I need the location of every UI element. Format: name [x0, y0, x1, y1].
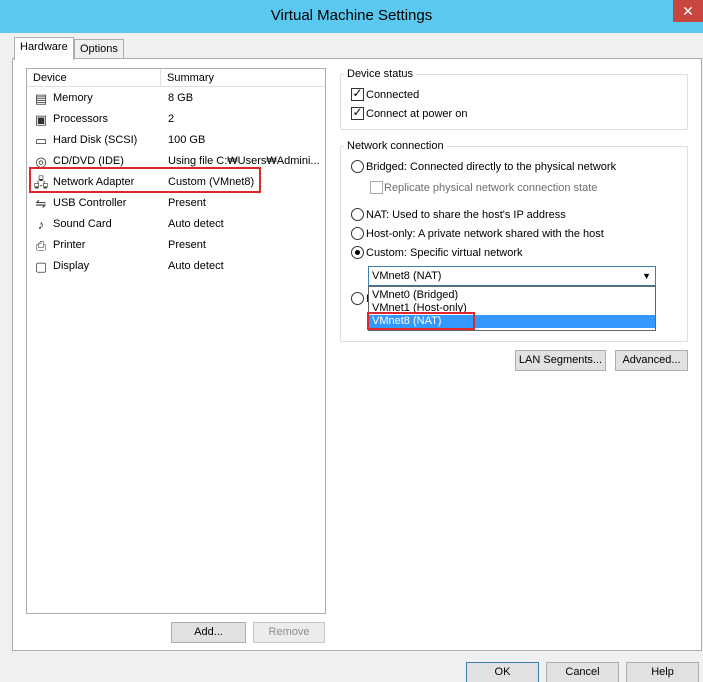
dropdown-option-vmnet0[interactable]: VMnet0 (Bridged) [369, 289, 655, 302]
column-device[interactable]: Device [27, 69, 161, 87]
add-button[interactable]: Add... [171, 622, 246, 643]
usb-icon: ⇋ [35, 196, 47, 211]
custom-label: Custom: Specific virtual network [366, 247, 523, 259]
device-summary: 8 GB [168, 92, 194, 104]
nat-label: NAT: Used to share the host's IP address [366, 209, 566, 221]
highlight-box [367, 312, 475, 330]
highlight-box [29, 167, 261, 193]
device-list[interactable]: Device Summary ▤ Memory 8 GB ▣ Processor… [26, 68, 326, 614]
lan-segment-radio[interactable] [351, 292, 364, 305]
bridged-label: Bridged: Connected directly to the physi… [366, 161, 617, 173]
nat-radio[interactable] [351, 208, 364, 221]
device-status-label: Device status [344, 68, 417, 81]
column-summary[interactable]: Summary [161, 69, 325, 87]
device-name: Hard Disk (SCSI) [53, 134, 138, 146]
replicate-label: Replicate physical network connection st… [384, 182, 598, 194]
cancel-button[interactable]: Cancel [546, 662, 619, 682]
device-summary: Auto detect [168, 260, 224, 272]
processor-icon: ▣ [34, 112, 48, 127]
device-row-processors[interactable]: ▣ Processors 2 [27, 109, 325, 130]
remove-button[interactable]: Remove [253, 622, 325, 643]
device-row-hard-disk[interactable]: ▭ Hard Disk (SCSI) 100 GB [27, 130, 325, 151]
device-name: USB Controller [53, 197, 127, 209]
replicate-checkbox[interactable] [370, 181, 383, 194]
device-summary: 2 [168, 113, 175, 125]
device-name: Printer [53, 239, 86, 251]
memory-icon: ▤ [34, 91, 48, 106]
connect-at-power-on-label: Connect at power on [366, 108, 468, 120]
advanced-button[interactable]: Advanced... [615, 350, 688, 371]
connected-label: Connected [366, 89, 420, 101]
device-name: Display [53, 260, 90, 272]
virtual-network-combo[interactable]: VMnet8 (NAT) ▼ [368, 266, 656, 286]
device-summary: Auto detect [168, 218, 224, 230]
host-only-label: Host-only: A private network shared with… [366, 228, 604, 240]
device-row-usb-controller[interactable]: ⇋ USB Controller Present [27, 193, 325, 214]
hard-disk-icon: ▭ [34, 133, 48, 148]
list-header: Device Summary [27, 69, 325, 87]
host-only-radio[interactable] [351, 227, 364, 240]
device-row-sound-card[interactable]: ♪ Sound Card Auto detect [27, 214, 325, 235]
connect-at-power-on-checkbox[interactable]: ✓ [351, 105, 364, 120]
close-button[interactable]: ✕ [673, 0, 703, 22]
tab-options[interactable]: Options [74, 39, 124, 60]
device-name: Memory [53, 92, 93, 104]
help-button[interactable]: Help [626, 662, 699, 682]
chevron-down-icon[interactable]: ▼ [642, 267, 651, 285]
ok-button[interactable]: OK [466, 662, 539, 682]
network-connection-label: Network connection [344, 140, 447, 153]
device-status-group [340, 74, 688, 130]
device-row-memory[interactable]: ▤ Memory 8 GB [27, 88, 325, 109]
combo-value: VMnet8 (NAT) [372, 270, 442, 282]
connected-checkbox[interactable]: ✓ [351, 86, 364, 101]
device-summary: 100 GB [168, 134, 206, 146]
display-icon: ▢ [34, 259, 48, 274]
device-row-printer[interactable]: ⎙ Printer Present [27, 235, 325, 256]
title-bar: Virtual Machine Settings ✕ [0, 0, 703, 33]
printer-icon: ⎙ [35, 238, 47, 253]
device-summary: Present [168, 197, 206, 209]
device-row-display[interactable]: ▢ Display Auto detect [27, 256, 325, 277]
speaker-icon: ♪ [37, 217, 45, 232]
custom-radio[interactable] [351, 246, 364, 259]
device-name: Processors [53, 113, 109, 125]
tab-hardware[interactable]: Hardware [14, 37, 74, 60]
window-title: Virtual Machine Settings [270, 7, 433, 24]
lan-segments-button[interactable]: LAN Segments... [515, 350, 606, 371]
device-summary: Present [168, 239, 206, 251]
bridged-radio[interactable] [351, 160, 364, 173]
device-name: Sound Card [53, 218, 112, 230]
